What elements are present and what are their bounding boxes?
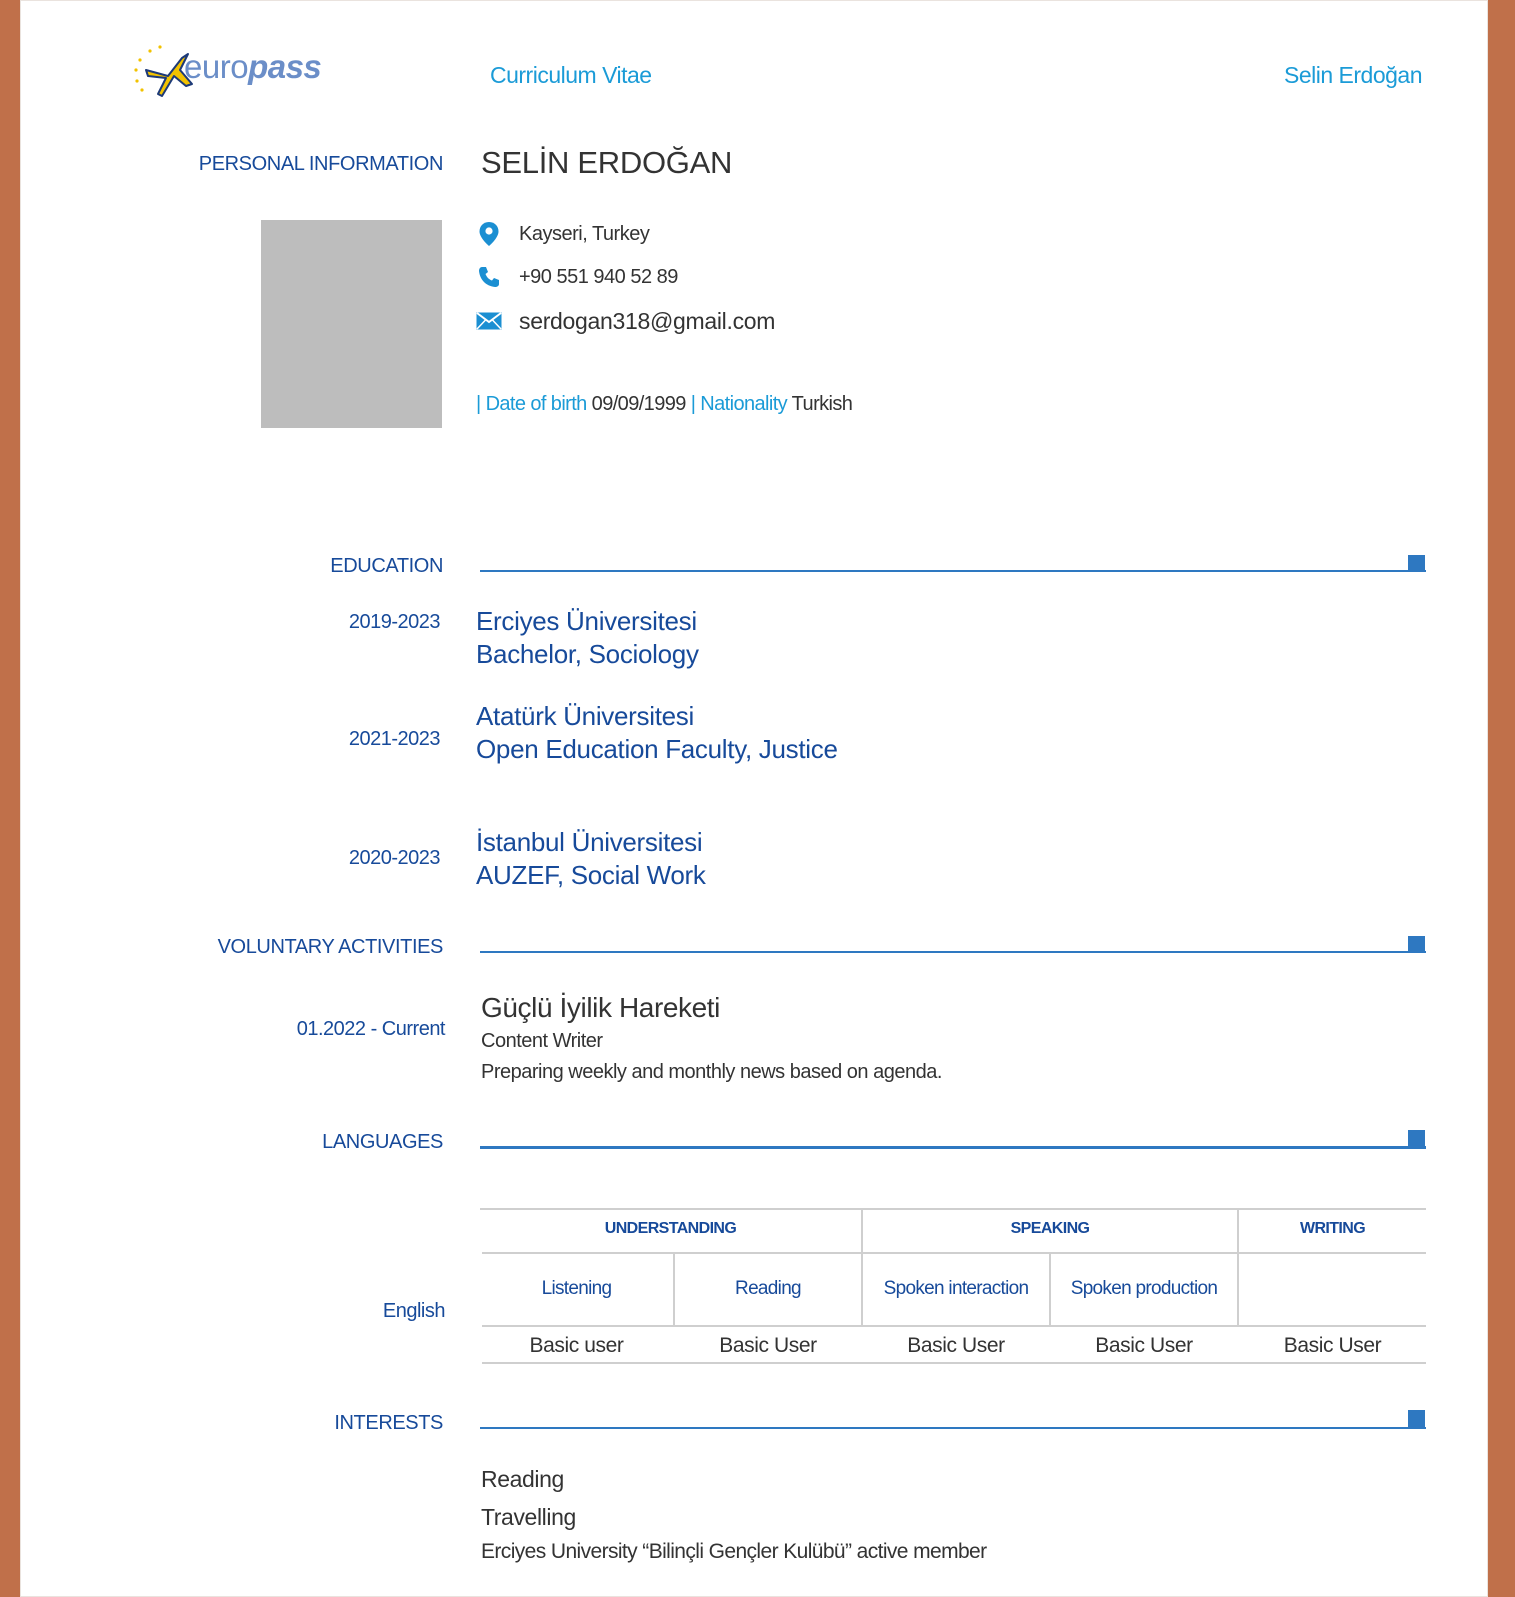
- table-column-spoken-production: Spoken production: [1070, 1278, 1218, 1299]
- table-column-listening: Listening: [541, 1278, 612, 1299]
- table-divider: [1237, 1252, 1239, 1325]
- separator: |: [690, 393, 701, 415]
- section-rule: [480, 570, 1426, 572]
- interest-item: Erciyes University “Bilinçli Gençler Kul…: [481, 1540, 987, 1563]
- section-heading-languages: LANGUAGES: [322, 1131, 443, 1153]
- table-cell-level: Basic User: [907, 1334, 1005, 1357]
- date-of-birth-label: Date of birth: [485, 393, 588, 415]
- voluntary-description: Preparing weekly and monthly news based …: [481, 1061, 942, 1083]
- section-heading-voluntary-activities: VOLUNTARY ACTIVITIES: [217, 936, 444, 958]
- table-column-spoken-interaction: Spoken interaction: [883, 1278, 1029, 1299]
- education-entry: Atatürk Üniversitesi Open Education Facu…: [476, 700, 838, 766]
- education-program: AUZEF, Social Work: [476, 860, 706, 890]
- location-pin-icon: [475, 220, 503, 248]
- table-cell-level: Basic User: [1095, 1334, 1193, 1357]
- section-rule-marker: [1408, 936, 1425, 953]
- section-rule: [480, 951, 1426, 953]
- education-entry: İstanbul Üniversitesi AUZEF, Social Work: [476, 826, 706, 892]
- education-program: Open Education Faculty, Justice: [476, 734, 838, 764]
- section-rule: [480, 1146, 1426, 1149]
- interest-item: Reading: [481, 1466, 564, 1492]
- contact-email: serdogan318@gmail.com: [475, 305, 775, 337]
- table-group-header-writing: WRITING: [1299, 1220, 1366, 1237]
- education-date: 2019-2023: [348, 611, 441, 633]
- voluntary-organization: Güçlü İyilik Hareketi: [481, 992, 721, 1023]
- section-rule-marker: [1408, 1410, 1425, 1427]
- table-rule: [482, 1252, 1426, 1254]
- education-school: Atatürk Üniversitesi: [476, 701, 694, 731]
- nationality-value: Turkish: [787, 393, 853, 415]
- nationality-label: Nationality: [700, 393, 788, 415]
- email-text[interactable]: serdogan318@gmail.com: [519, 308, 775, 335]
- email-envelope-icon: [475, 307, 503, 335]
- education-date: 2020-2023: [348, 847, 441, 869]
- contact-phone: +90 551 940 52 89: [475, 261, 678, 293]
- education-school: Erciyes Üniversitesi: [476, 606, 697, 636]
- voluntary-date: 01.2022 - Current: [296, 1018, 446, 1040]
- europass-wordmark: europass: [184, 48, 322, 85]
- document-type-title: Curriculum Vitae: [490, 62, 652, 88]
- location-text: Kayseri, Turkey: [519, 222, 650, 245]
- education-date: 2021-2023: [348, 728, 441, 750]
- section-heading-education: EDUCATION: [330, 555, 443, 577]
- phone-icon: [475, 263, 503, 291]
- contact-location: Kayseri, Turkey: [475, 218, 650, 250]
- table-rule: [482, 1325, 1426, 1327]
- section-rule: [480, 1427, 1426, 1429]
- europass-logo: europass: [128, 40, 348, 110]
- education-program: Bachelor, Sociology: [476, 639, 699, 669]
- table-group-header-understanding: UNDERSTANDING: [604, 1220, 737, 1237]
- table-rule: [482, 1362, 1426, 1364]
- person-name: SELİN ERDOĞAN: [481, 145, 733, 180]
- birth-nationality-line: | Date of birth 09/09/1999 | Nationality…: [476, 393, 853, 416]
- table-column-reading: Reading: [735, 1278, 802, 1299]
- voluntary-role: Content Writer: [481, 1030, 603, 1052]
- date-of-birth-value: 09/09/1999: [586, 393, 691, 415]
- header-person-name: Selin Erdoğan: [1284, 62, 1423, 88]
- section-rule-marker: [1408, 1130, 1425, 1147]
- language-skills-table: UNDERSTANDING SPEAKING WRITING Listening…: [480, 1208, 1426, 1368]
- table-cell-level: Basic User: [719, 1334, 817, 1357]
- section-heading-interests: INTERESTS: [334, 1412, 443, 1434]
- language-name: English: [382, 1300, 446, 1322]
- separator: |: [476, 393, 486, 415]
- education-entry: Erciyes Üniversitesi Bachelor, Sociology: [476, 605, 699, 671]
- photo-placeholder: [261, 220, 442, 428]
- table-cell-level: Basic User: [1283, 1334, 1382, 1357]
- table-cell-level: Basic user: [529, 1334, 624, 1357]
- table-group-header-speaking: SPEAKING: [1010, 1220, 1090, 1237]
- phone-text: +90 551 940 52 89: [519, 265, 678, 288]
- interest-item: Travelling: [481, 1504, 576, 1530]
- section-heading-personal-information: PERSONAL INFORMATION: [198, 153, 444, 175]
- education-school: İstanbul Üniversitesi: [476, 827, 703, 857]
- table-rule: [480, 1208, 1426, 1210]
- cv-page: europass Curriculum Vitae Selin Erdoğan …: [20, 0, 1488, 1597]
- section-rule-marker: [1408, 555, 1425, 572]
